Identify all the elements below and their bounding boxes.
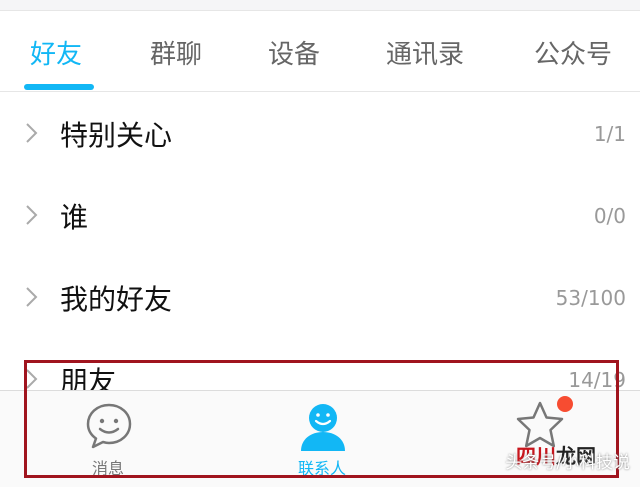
status-strip <box>0 0 640 11</box>
group-count: 0/0 <box>593 204 626 228</box>
contacts-tab-bar: 好友 群聊 设备 通讯录 公众号 <box>0 12 640 92</box>
chevron-right-icon <box>26 205 38 225</box>
chevron-right-icon <box>26 123 38 143</box>
tab-friends[interactable]: 好友 <box>30 34 82 71</box>
group-row-my-friends[interactable]: 我的好友 53/100 <box>0 256 640 338</box>
tab-devices[interactable]: 设备 <box>268 34 320 71</box>
watermark-text: 头条号/小科技说 <box>505 453 630 473</box>
group-count: 1/1 <box>593 122 626 146</box>
group-row-special-care[interactable]: 特别关心 1/1 <box>0 92 640 174</box>
active-tab-indicator <box>24 84 94 90</box>
chevron-right-icon <box>26 287 38 307</box>
tab-address-book[interactable]: 通讯录 <box>386 34 464 71</box>
tab-official-accounts[interactable]: 公众号 <box>534 34 612 71</box>
group-count: 53/100 <box>555 286 626 310</box>
group-name: 谁 <box>60 201 89 234</box>
group-name: 我的好友 <box>60 283 173 316</box>
group-row-who[interactable]: 谁 0/0 <box>0 174 640 256</box>
group-name: 特别关心 <box>60 119 173 152</box>
tab-groups[interactable]: 群聊 <box>150 34 202 71</box>
